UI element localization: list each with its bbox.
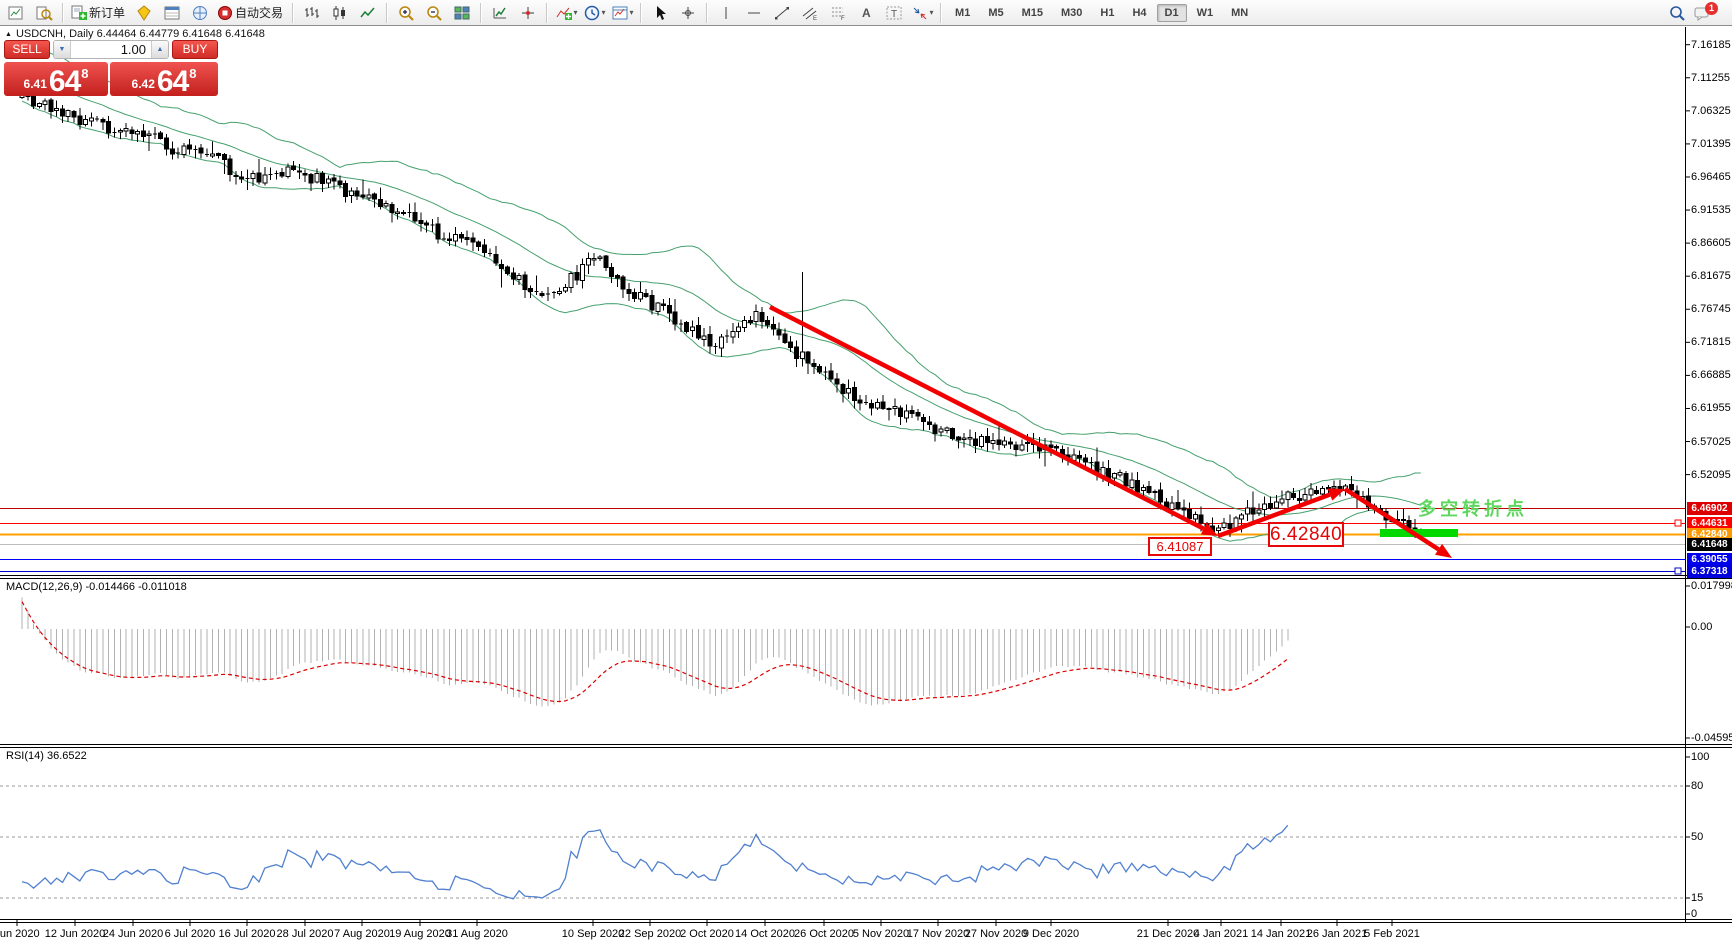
xlabel-label: Jun 2020 [0, 928, 40, 940]
xlabel-label: 26 Jan 2021 [1307, 928, 1368, 940]
ytick-label: 7.16185 [1691, 39, 1731, 51]
xlabel-label: 21 Dec 2020 [1137, 928, 1199, 940]
ytick-label: 6.71815 [1691, 336, 1731, 348]
xlabel-label: 26 Oct 2020 [794, 928, 854, 940]
xlabel-label: 28 Jul 2020 [277, 928, 334, 940]
xlabel-label: 10 Sep 2020 [562, 928, 624, 940]
sell-price-big: 64 [49, 67, 80, 96]
sell-price-small: 6.41 [24, 77, 47, 91]
xlabel-label: 14 Jan 2021 [1251, 928, 1312, 940]
pane-separators [0, 27, 1732, 923]
sctick-label: 0.017998 [1691, 580, 1732, 592]
sell-price-sup: 8 [81, 66, 88, 81]
sctick-label: 80 [1691, 780, 1703, 792]
sctick-label: 0.00 [1691, 621, 1712, 633]
xlabel-label: 17 Nov 2020 [907, 928, 969, 940]
bollinger-bands [22, 41, 1421, 541]
ytick-label: 6.86605 [1691, 237, 1731, 249]
chart-canvas [0, 0, 1732, 943]
chart-title: ▲ USDCNH, Daily 6.44464 6.44779 6.41648 6… [5, 28, 265, 40]
collapse-panel-icon[interactable]: ▲ [5, 31, 12, 38]
buy-price-small: 6.42 [132, 77, 155, 91]
rsi-indicator-label: RSI(14) 36.6522 [6, 750, 87, 762]
buy-price-big: 64 [157, 67, 188, 96]
price-annotation-low[interactable]: 6.41087 [1148, 537, 1212, 556]
sctick-label: 50 [1691, 831, 1703, 843]
one-click-trading-panel: SELL ▼ 1.00 ▲ BUY 6.41 64 8 6.42 64 8 [4, 40, 218, 96]
turning-point-text[interactable]: 多空转折点 [1418, 495, 1528, 521]
buy-button[interactable]: BUY [172, 40, 218, 59]
ytick-label: 6.66885 [1691, 369, 1731, 381]
xlabel-label: 5 Feb 2021 [1364, 928, 1420, 940]
ytick-label: 6.52095 [1691, 469, 1731, 481]
sctick-label: -0.045957 [1691, 732, 1732, 744]
xlabel-label: 27 Nov 2020 [965, 928, 1027, 940]
sell-price[interactable]: 6.41 64 8 [4, 62, 108, 96]
macd-indicator-label: MACD(12,26,9) -0.014466 -0.011018 [6, 581, 187, 593]
xlabel-label: 7 Aug 2020 [334, 928, 390, 940]
macd-histogram [22, 598, 1288, 707]
macd-signal-line [22, 602, 1288, 702]
xlabel-label: 14 Oct 2020 [735, 928, 795, 940]
xlabel-label: 2 Oct 2020 [680, 928, 734, 940]
rsi-line [22, 825, 1288, 899]
xlabel-label: 16 Jul 2020 [219, 928, 276, 940]
rsi-gridlines [0, 786, 1685, 898]
volume-down-icon[interactable]: ▼ [54, 41, 71, 58]
xlabel-label: 19 Aug 2020 [389, 928, 451, 940]
chart-title-text: USDCNH, Daily 6.44464 6.44779 6.41648 6.… [16, 28, 265, 40]
buy-price-sup: 8 [189, 66, 196, 81]
xlabel-label: 31 Aug 2020 [446, 928, 508, 940]
ytick-label: 7.01395 [1691, 138, 1731, 150]
volume-input[interactable]: 1.00 [71, 41, 151, 58]
ytick-label: 6.91535 [1691, 204, 1731, 216]
buy-price[interactable]: 6.42 64 8 [110, 62, 218, 96]
volume-spinner: ▼ 1.00 ▲ [53, 40, 169, 59]
xlabel-label: 4 Jan 2021 [1194, 928, 1248, 940]
xlabel-label: 24 Jun 2020 [103, 928, 164, 940]
xlabel-label: 12 Jun 2020 [45, 928, 106, 940]
ytick-label: 7.06325 [1691, 105, 1731, 117]
sell-button[interactable]: SELL [4, 40, 50, 59]
ytick-label: 6.96465 [1691, 171, 1731, 183]
candles-layer [20, 90, 1423, 539]
sctick-label: 100 [1691, 751, 1709, 763]
price-level-label: 6.46902 [1687, 502, 1732, 515]
ytick-label: 6.61955 [1691, 402, 1731, 414]
ytick-label: 6.76745 [1691, 303, 1731, 315]
sctick-label: 15 [1691, 892, 1703, 904]
price-level-label: 6.37318 [1687, 565, 1732, 578]
ytick-label: 7.11255 [1691, 72, 1730, 84]
sctick-label: 0 [1691, 908, 1697, 920]
xlabel-label: 22 Sep 2020 [619, 928, 681, 940]
price-level-label: 6.41648 [1687, 538, 1732, 551]
volume-up-icon[interactable]: ▲ [151, 41, 168, 58]
ytick-label: 6.57025 [1691, 436, 1731, 448]
xlabel-label: 6 Jul 2020 [165, 928, 216, 940]
mt4-window: 新订单自动交易▾▾▾EFAT▾M1M5M15M30H1H4D1W1MN1 ▲US… [0, 0, 1732, 943]
xlabel-label: 5 Nov 2020 [853, 928, 909, 940]
ytick-label: 6.81675 [1691, 270, 1731, 282]
xlabel-label: 9 Dec 2020 [1023, 928, 1079, 940]
price-annotation-level[interactable]: 6.42840 [1268, 522, 1344, 547]
